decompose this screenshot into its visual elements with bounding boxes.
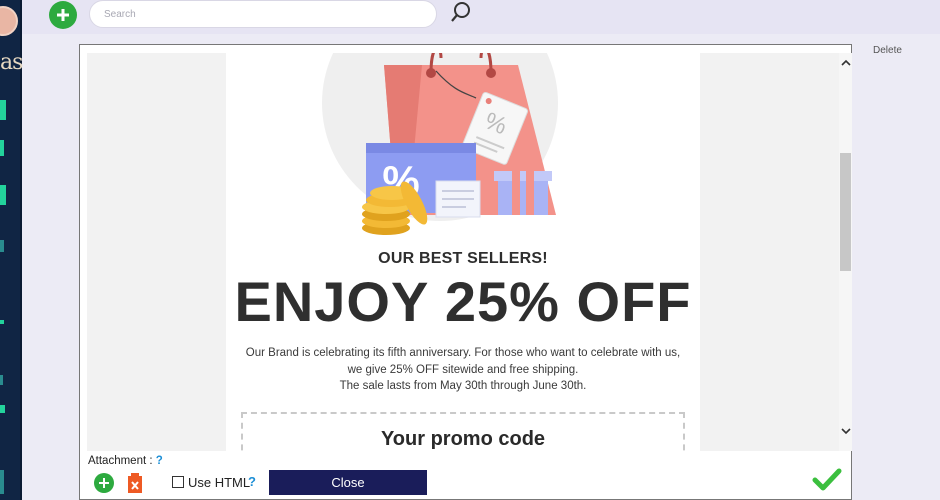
document-icon[interactable] [0,185,6,205]
scroll-up-button[interactable] [839,55,852,71]
scroll-down-button[interactable] [839,423,852,439]
delete-label[interactable]: Delete [873,45,902,56]
dot-icon[interactable] [0,320,4,324]
use-html-help-icon[interactable]: ? [248,474,256,489]
close-button[interactable]: Close [269,470,427,495]
search-button[interactable] [448,0,474,26]
use-html-checkbox[interactable] [172,476,184,488]
remove-attachment-button[interactable] [127,473,143,493]
left-sidebar: as [0,0,23,500]
email-content: % % OUR BEST SELLERS! ENJOY 25% OFF Our … [226,53,700,451]
chevron-down-icon[interactable] [0,405,5,413]
attachment-label-text: Attachment : [88,455,153,467]
logout-icon[interactable] [0,470,4,494]
home-icon[interactable] [0,100,6,120]
use-html-label: Use HTML [188,475,251,490]
body-line-1: Our Brand is celebrating its fifth anniv… [245,347,681,376]
confirm-button[interactable] [812,467,842,493]
sidebar-brand-text: as [0,50,23,75]
attachment-label: Attachment : ? [88,455,163,467]
email-preview-dialog: % % OUR BEST SELLERS! ENJOY 25% OFF Our … [79,44,852,500]
avatar[interactable] [0,6,18,36]
email-headline: ENJOY 25% OFF [234,270,692,333]
clock-icon[interactable] [0,240,4,252]
preview-scrollbar[interactable] [839,53,852,451]
scroll-thumb[interactable] [840,153,851,271]
promo-title: Your promo code [380,428,546,450]
checkmark-icon [812,468,842,491]
plus-icon [99,478,109,488]
magnifier-icon [451,2,470,22]
preview-area[interactable]: % % OUR BEST SELLERS! ENJOY 25% OFF Our … [87,53,839,451]
shopping-illustration: % % [322,53,558,235]
promo-code-box: Your promo code [241,412,685,451]
delete-file-icon [128,473,142,493]
attachment-help-icon[interactable]: ? [156,455,163,467]
chevron-up-icon [840,59,851,66]
chevron-down-icon [840,428,851,435]
add-attachment-button[interactable] [94,473,114,493]
add-button[interactable] [49,1,77,29]
search-placeholder: Search [104,8,136,20]
search-input[interactable]: Search [89,0,437,28]
list-icon[interactable] [0,375,3,385]
plus-icon [57,9,69,21]
email-body: Our Brand is celebrating its fifth anniv… [240,345,686,395]
body-line-2: The sale lasts from May 30th through Jun… [339,380,587,392]
refresh-icon[interactable] [0,140,4,156]
email-subhead: OUR BEST SELLERS! [378,250,548,267]
top-bar: Search [22,0,940,34]
